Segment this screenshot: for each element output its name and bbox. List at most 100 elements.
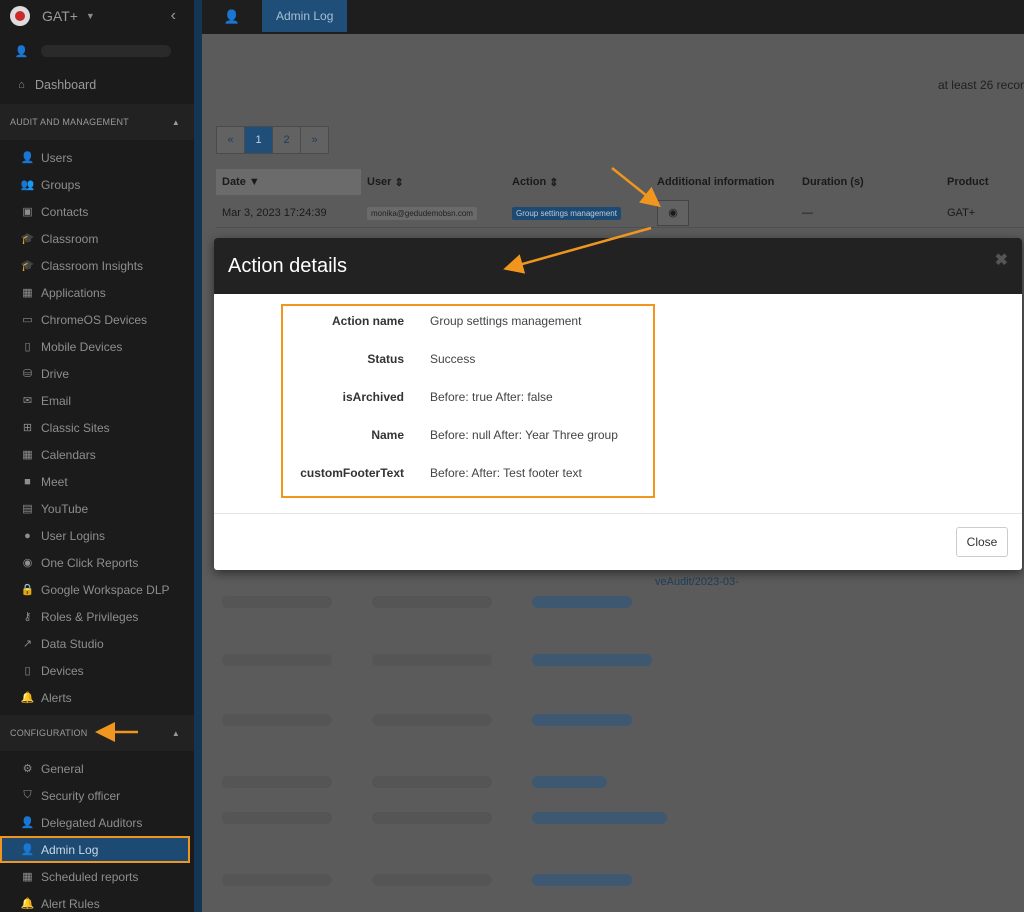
sidebar-item-alert-rules[interactable]: 🔔 Alert Rules: [0, 890, 194, 912]
line-chart-icon: ↗: [22, 638, 33, 650]
sidebar-item-admin-log[interactable]: 👤 Admin Log: [0, 836, 190, 863]
sort-desc-icon: ▼: [248, 176, 260, 188]
close-button[interactable]: Close: [956, 527, 1008, 557]
section-label: AUDIT AND MANAGEMENT: [10, 117, 129, 127]
sidebar-item-classroom-insights[interactable]: 🎓 Classroom Insights: [0, 252, 194, 279]
detail-value: Before: null After: Year Three group: [430, 428, 618, 442]
sidebar-item-alerts[interactable]: 🔔 Alerts: [0, 684, 194, 711]
sidebar-item-label: Calendars: [41, 447, 96, 462]
home-icon: ⌂: [18, 79, 25, 91]
sidebar-item-label: Classroom: [41, 231, 99, 246]
sidebar-item-youtube[interactable]: ▤ YouTube: [0, 495, 194, 522]
sidebar-item-devices[interactable]: ▯ Devices: [0, 657, 194, 684]
sidebar-item-roles-privileges[interactable]: ⚷ Roles & Privileges: [0, 603, 194, 630]
drive-icon: ⛁: [22, 368, 33, 380]
devices-icon: ▯: [24, 665, 31, 677]
sidebar-item-chromeos-devices[interactable]: ▭ ChromeOS Devices: [0, 306, 194, 333]
sidebar-item-label: Alert Rules: [41, 896, 100, 911]
user-icon: 👤: [20, 152, 35, 164]
collapse-section-icon[interactable]: ▲: [172, 118, 180, 127]
brand-dropdown-icon[interactable]: ▼: [86, 11, 95, 21]
shield-icon: ⛉: [23, 789, 32, 801]
sidebar-item-calendars[interactable]: ▦ Calendars: [0, 441, 194, 468]
sidebar-item-delegated-auditors[interactable]: 👤 Delegated Auditors: [0, 809, 194, 836]
table-row: [216, 592, 632, 612]
calendar-icon: ▦: [22, 449, 33, 461]
column-user[interactable]: User ⇕: [361, 169, 506, 195]
admin-user-icon[interactable]: 👤: [202, 0, 262, 34]
sidebar-item-security-officer[interactable]: ⛉ Security officer: [0, 782, 194, 809]
sidebar-item-scheduled-reports[interactable]: ▦ Scheduled reports: [0, 863, 194, 890]
table-row: [216, 870, 632, 890]
sidebar-item-classroom[interactable]: 🎓 Classroom: [0, 225, 194, 252]
sidebar-item-label: Meet: [41, 474, 68, 489]
row-action-badge: Group settings management: [512, 206, 621, 220]
row-duration: —: [802, 206, 813, 219]
bell-icon: 🔔: [20, 692, 35, 704]
sidebar-item-label: Classroom Insights: [41, 258, 144, 273]
detail-value: Success: [430, 352, 476, 366]
config-nav-list: ⚙ General ⛉ Security officer 👤 Delegated Audi…: [0, 751, 194, 912]
detail-label: Action name: [331, 314, 404, 328]
sidebar-item-groups[interactable]: 👥 Groups: [0, 171, 194, 198]
eye-icon: ◉: [22, 557, 33, 569]
sidebar-item-label: Alerts: [41, 690, 72, 705]
modal-title: Action details: [228, 254, 347, 277]
page-button[interactable]: «: [216, 126, 245, 154]
collapse-sidebar-icon[interactable]: ‹: [171, 7, 176, 25]
user-profile[interactable]: 👤: [0, 32, 194, 70]
sidebar-item-label: Scheduled reports: [41, 869, 139, 884]
pagination: «1 2»: [216, 126, 329, 154]
collapse-section-icon[interactable]: ▲: [172, 729, 180, 738]
page-button[interactable]: »: [300, 126, 329, 154]
sidebar-item-dashboard[interactable]: ⌂ Dashboard: [0, 70, 194, 100]
sidebar-item-label: Admin Log: [41, 842, 99, 857]
calendar-icon: ▦: [22, 871, 33, 883]
brand-name[interactable]: GAT+: [42, 8, 78, 24]
sidebar-item-classic-sites[interactable]: ⊞ Classic Sites: [0, 414, 194, 441]
sidebar-item-mobile-devices[interactable]: ▯ Mobile Devices: [0, 333, 194, 360]
column-action[interactable]: Action ⇕: [506, 169, 651, 195]
detail-label: Status: [367, 352, 404, 366]
sidebar-item-user-logins[interactable]: ● User Logins: [0, 522, 194, 549]
detail-value: Before: After: Test footer text: [430, 466, 582, 480]
detail-value: Before: true After: false: [430, 390, 553, 404]
sidebar-item-one-click-reports[interactable]: ◉ One Click Reports: [0, 549, 194, 576]
top-bar: 👤 Admin Log: [202, 0, 1024, 34]
sidebar-item-label: Dashboard: [35, 78, 97, 92]
sidebar-item-label: Drive: [41, 366, 70, 381]
view-details-button[interactable]: ◉: [657, 199, 689, 226]
partial-link[interactable]: veAudit/2023-03-: [655, 576, 739, 588]
sidebar-edge: [194, 0, 202, 912]
detail-value: Group settings management: [430, 314, 582, 328]
sidebar: GAT+ ▼ ‹ 👤 ⌂ Dashboard AUDIT AND MANAGEM…: [0, 0, 194, 912]
sidebar-item-label: Contacts: [41, 204, 89, 219]
sidebar-item-applications[interactable]: ▦ Applications: [0, 279, 194, 306]
modal-body: Action name Group settings management Stat…: [214, 294, 1022, 514]
table-row: [216, 650, 652, 670]
sidebar-item-drive[interactable]: ⛁ Drive: [0, 360, 194, 387]
tab-admin-log[interactable]: Admin Log: [262, 0, 348, 32]
sidebar-item-users[interactable]: 👤 Users: [0, 144, 194, 171]
sidebar-item-label: ChromeOS Devices: [41, 312, 148, 327]
section-configuration[interactable]: CONFIGURATION ▲: [0, 715, 194, 751]
page-button[interactable]: 2: [272, 126, 301, 154]
detail-row: customFooterText Before: After: Test foot…: [283, 463, 653, 483]
table-row: [216, 710, 632, 730]
sidebar-item-data-studio[interactable]: ↗ Data Studio: [0, 630, 194, 657]
section-audit-and-management[interactable]: AUDIT AND MANAGEMENT ▲: [0, 104, 194, 140]
sidebar-item-general[interactable]: ⚙ General: [0, 755, 194, 782]
page-button[interactable]: 1: [244, 126, 273, 154]
user-avatar-icon: 👤: [14, 45, 29, 58]
sidebar-item-label: Data Studio: [41, 636, 104, 651]
detail-row: Status Success: [283, 349, 653, 369]
sidebar-item-google-workspace-dlp[interactable]: 🔒 Google Workspace DLP: [0, 576, 194, 603]
sidebar-item-label: General: [41, 761, 84, 776]
detail-row: isArchived Before: true After: false: [283, 387, 653, 407]
sidebar-item-email[interactable]: ✉ Email: [0, 387, 194, 414]
column-date[interactable]: Date ▼: [216, 169, 361, 195]
bell-icon: 🔔: [20, 898, 35, 910]
sidebar-item-contacts[interactable]: ▣ Contacts: [0, 198, 194, 225]
modal-close-icon[interactable]: ✖: [995, 250, 1008, 270]
sidebar-item-meet[interactable]: ■ Meet: [0, 468, 194, 495]
